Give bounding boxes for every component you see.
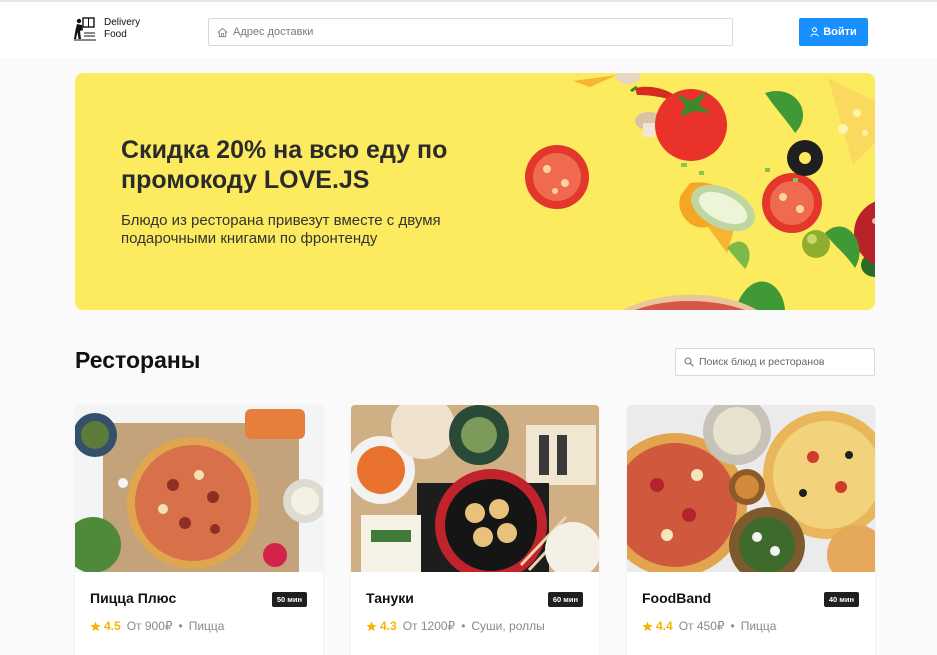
restaurant-name: FoodBand	[642, 590, 712, 606]
rating-value: 4.4	[656, 619, 673, 633]
rating: 4.5	[90, 619, 121, 633]
restaurant-image	[627, 405, 875, 572]
address-field[interactable]	[208, 18, 733, 46]
category: Пицца	[740, 619, 777, 633]
price: От 450₽	[678, 619, 725, 633]
search-input[interactable]	[699, 356, 869, 368]
delivery-time-badge: 40 мин	[823, 592, 859, 607]
restaurant-card[interactable]: FoodBand 40 мин 4.4 От 450₽ • Пицца	[627, 405, 875, 655]
star-icon	[366, 620, 377, 631]
category: Пицца	[188, 619, 225, 633]
search-icon	[684, 357, 694, 367]
user-icon	[810, 27, 819, 37]
rating-value: 4.3	[380, 619, 397, 633]
address-input[interactable]	[233, 26, 713, 38]
header: Delivery Food Войти	[0, 2, 937, 58]
logo[interactable]: Delivery Food	[74, 17, 148, 41]
star-icon	[90, 620, 101, 631]
logo-line-1: Delivery	[104, 17, 141, 28]
restaurant-info: 4.5 От 900₽ • Пицца	[90, 619, 224, 633]
restaurant-card[interactable]: Тануки 60 мин 4.3 От 1200₽ • Суши, роллы	[351, 405, 599, 655]
category: Суши, роллы	[471, 619, 545, 633]
star-icon	[642, 620, 653, 631]
login-button[interactable]: Войти	[799, 18, 868, 46]
courier-icon	[74, 17, 96, 41]
restaurant-image	[351, 405, 599, 572]
restaurant-info: 4.3 От 1200₽ • Суши, роллы	[366, 619, 545, 633]
separator-dot: •	[461, 619, 466, 633]
rating: 4.3	[366, 619, 397, 633]
delivery-time-badge: 50 мин	[271, 592, 307, 607]
separator-dot: •	[730, 619, 735, 633]
restaurant-card[interactable]: Пицца Плюс 50 мин 4.5 От 900₽ • Пицца	[75, 405, 323, 655]
price: От 1200₽	[402, 619, 456, 633]
login-label: Войти	[823, 26, 857, 38]
restaurant-name: Пицца Плюс	[90, 590, 177, 606]
food-illustration	[525, 73, 875, 310]
restaurant-info: 4.4 От 450₽ • Пицца	[642, 619, 776, 633]
section-title: Рестораны	[75, 347, 201, 373]
rating: 4.4	[642, 619, 673, 633]
logo-line-2: Food	[104, 29, 127, 40]
price: От 900₽	[126, 619, 173, 633]
rating-value: 4.5	[104, 619, 121, 633]
delivery-time-badge: 60 мин	[547, 592, 583, 607]
home-icon	[217, 27, 228, 37]
restaurant-name: Тануки	[366, 590, 414, 606]
promo-title: Скидка 20% на всю еду по промокоду LOVE.…	[121, 136, 448, 194]
promo-text: Блюдо из ресторана привезут вместе с дву…	[121, 212, 441, 247]
search-field[interactable]	[675, 348, 875, 376]
restaurant-image	[75, 405, 323, 572]
logo-text: Delivery Food	[104, 17, 148, 41]
separator-dot: •	[178, 619, 183, 633]
promo-banner: Скидка 20% на всю еду по промокоду LOVE.…	[75, 73, 875, 310]
